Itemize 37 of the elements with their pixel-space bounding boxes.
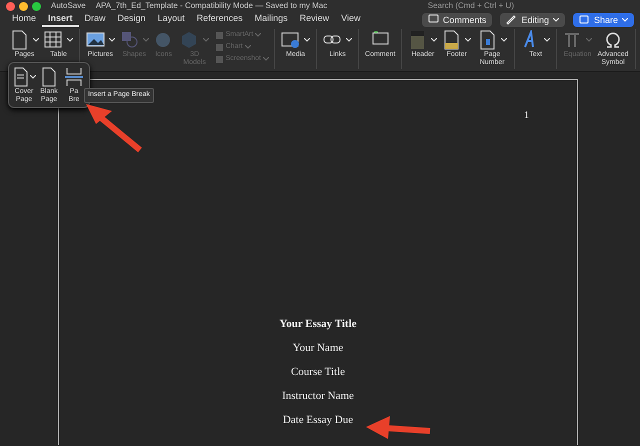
search-field[interactable]: Search (Cmd + Ctrl + U) [428, 0, 514, 12]
pages-icon [10, 30, 29, 50]
pencil-icon [506, 14, 518, 25]
ribbon-tab[interactable]: Review [294, 12, 336, 27]
shapes-icon [120, 30, 139, 50]
comment-icon [428, 14, 439, 25]
blank-page-icon [40, 67, 58, 87]
ribbon-tab[interactable]: View [335, 12, 367, 27]
caret-icon [622, 18, 628, 22]
omega-icon [604, 30, 623, 50]
document-title: APA_7th_Ed_Template - Compatibility Mode — Saved to my Mac [96, 0, 328, 12]
share-button[interactable]: Share [572, 12, 634, 26]
ribbon-tab[interactable]: Mailings [248, 12, 294, 27]
table-icon [44, 30, 63, 50]
media-icon [281, 30, 300, 50]
cover-page-icon [12, 67, 30, 87]
document-text: Instructor Name [282, 389, 354, 403]
ribbon-tab[interactable]: Draw [78, 12, 112, 27]
page-number-icon [478, 30, 497, 50]
ribbon-tab[interactable]: Layout [152, 12, 191, 27]
document-text: Course Title [290, 365, 346, 379]
page-break-icon [65, 67, 83, 87]
document-text: Date Essay Due [282, 413, 354, 427]
share-icon [578, 14, 590, 25]
page-number: 1 [524, 109, 529, 123]
editing-button[interactable]: Editing [500, 12, 565, 26]
document-text: Your Name [292, 341, 344, 355]
ribbon-tab[interactable]: Design [112, 12, 152, 27]
document-text: Your Essay Title [279, 317, 357, 331]
caret-icon [552, 18, 559, 22]
pointer-arrow [366, 416, 430, 439]
comments-button[interactable]: Comments [422, 12, 492, 26]
autosave-label: AutoSave [51, 0, 86, 12]
pointer-arrow [86, 104, 142, 152]
footer-icon [442, 30, 462, 50]
ribbon-tab[interactable]: References [190, 12, 249, 27]
ribbon-tab[interactable]: Home [6, 12, 42, 27]
